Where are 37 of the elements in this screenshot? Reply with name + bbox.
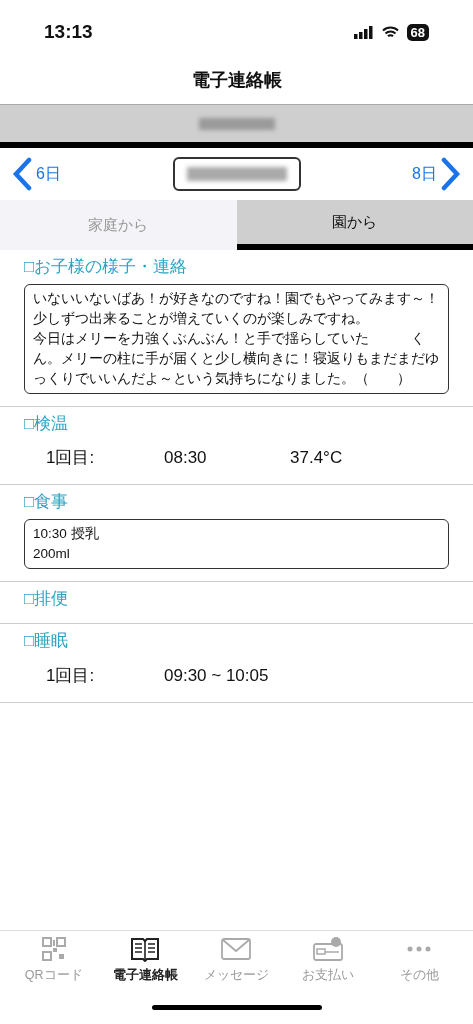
battery-indicator: 68 bbox=[406, 23, 429, 41]
tab-bar-item[interactable]: お支払い bbox=[284, 936, 371, 985]
section-heading: □食事 bbox=[23, 491, 70, 513]
section-heading: □排便 bbox=[23, 587, 70, 610]
screen-title: 電子連絡帳 bbox=[191, 68, 282, 92]
tab-bar-item[interactable]: その他 bbox=[376, 936, 463, 985]
note-text: 10:30 授乳 bbox=[33, 524, 100, 543]
tab-bar-item[interactable]: 電子連絡帳 bbox=[102, 936, 189, 985]
note-text: 今日はメリーを力強くぶんぶん！と手で揺らしていた くん。メリーの柱に手が届くと少し横向きに！寝返りもまだまだゆっくりでいいんだよ～という気持ちになりました。（ ） bbox=[33, 329, 440, 388]
date-field[interactable] bbox=[172, 157, 301, 191]
book-icon bbox=[130, 936, 161, 963]
wifi-icon bbox=[381, 25, 399, 39]
section-heading: □検温 bbox=[23, 412, 70, 435]
mail-icon bbox=[221, 937, 252, 962]
section-heading: □お子様の様子・連絡 bbox=[23, 256, 189, 278]
status-time: 13:13 bbox=[44, 19, 93, 44]
qr-code-icon bbox=[41, 937, 66, 962]
row-value: 37.4°C bbox=[289, 447, 343, 470]
more-icon bbox=[406, 945, 433, 954]
row-label: 1回目: bbox=[45, 447, 96, 470]
signal-icon bbox=[353, 25, 374, 39]
previous-day-button[interactable]: 6日 bbox=[12, 157, 61, 191]
chevron-right-icon bbox=[441, 157, 461, 191]
note-text: 200ml bbox=[33, 544, 71, 563]
next-day-button[interactable]: 8日 bbox=[412, 157, 461, 191]
tab[interactable]: 家庭から bbox=[0, 200, 237, 250]
tab-bar-item[interactable]: メッセージ bbox=[193, 936, 280, 985]
row-label: 1回目: bbox=[45, 664, 96, 687]
section-heading: □睡眠 bbox=[23, 630, 70, 652]
tab[interactable]: 園から bbox=[236, 200, 473, 250]
tab-bar-item[interactable]: QRコード bbox=[10, 936, 97, 985]
row-time: 08:30 bbox=[164, 447, 208, 470]
chevron-left-icon bbox=[12, 157, 32, 191]
row-time: 09:30 ~ 10:05 bbox=[164, 664, 270, 687]
note-text: 少しずつ出来ることが増えていくのが楽しみですね。 bbox=[33, 309, 370, 328]
wallet-icon bbox=[312, 936, 343, 963]
note-text: いないいないばあ！が好きなのですね！園でもやってみます～！ bbox=[33, 289, 440, 308]
